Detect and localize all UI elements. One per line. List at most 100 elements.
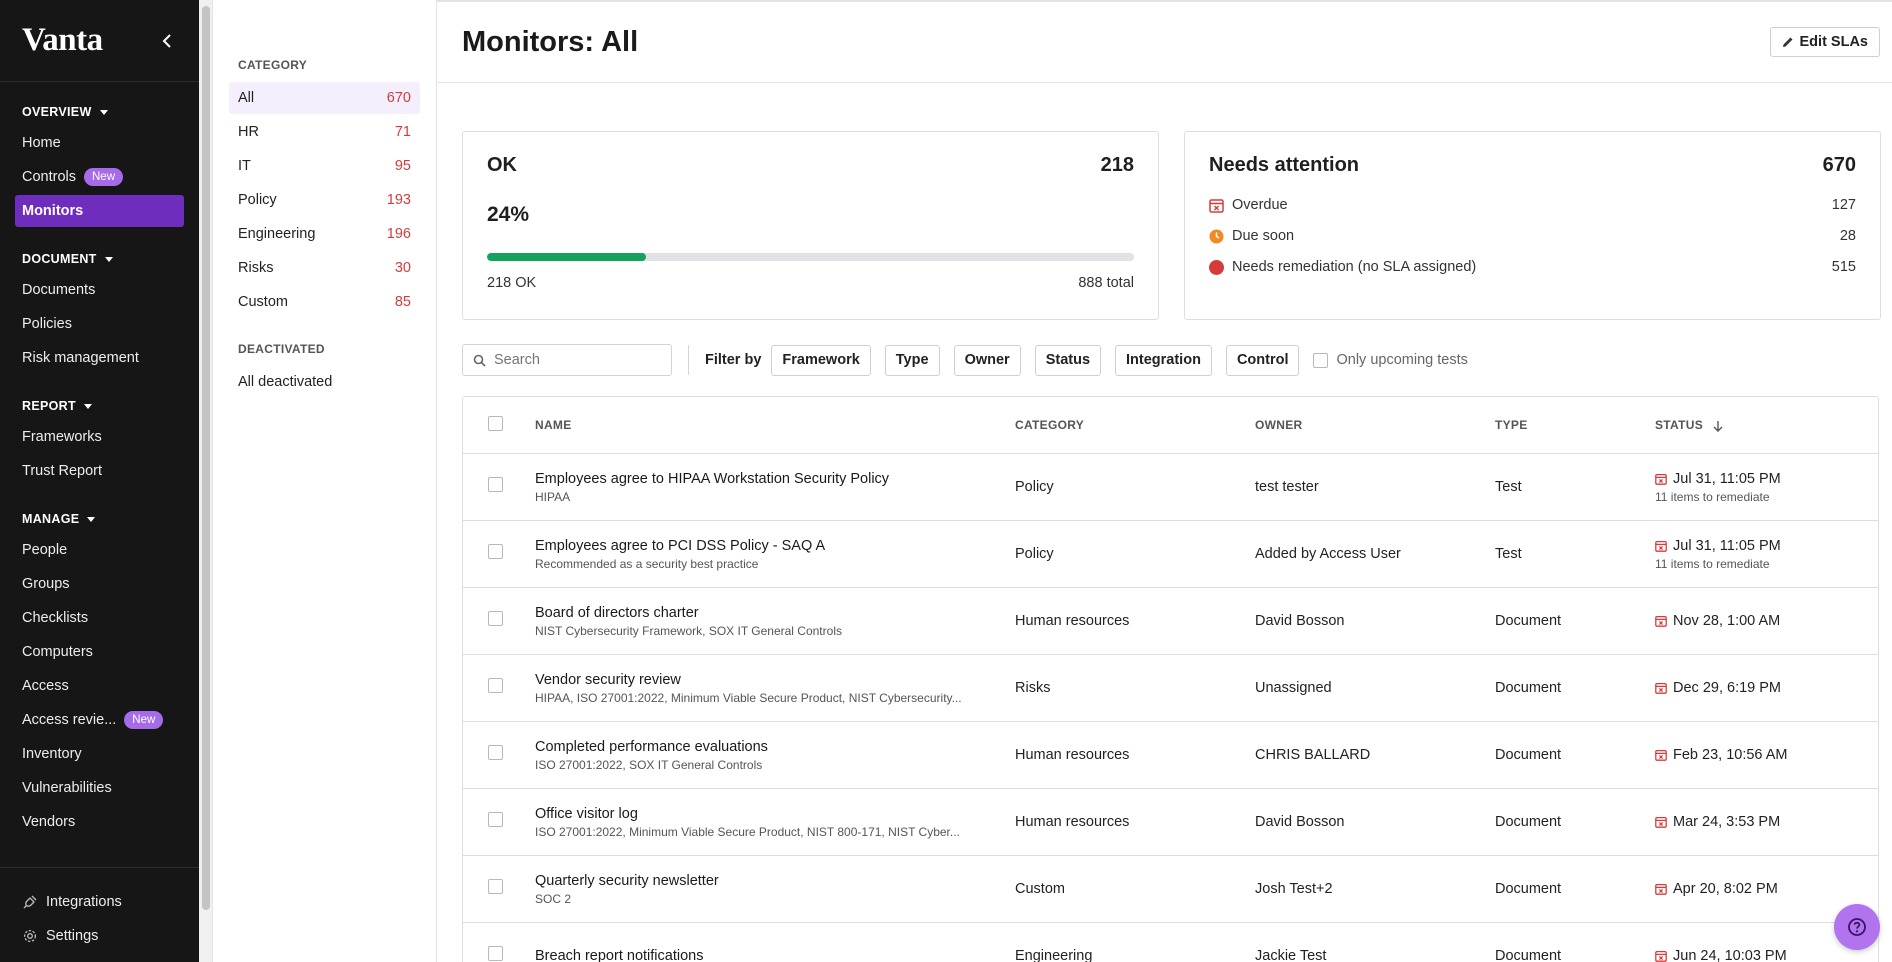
table-row[interactable]: Board of directors charter NIST Cybersecu… (463, 588, 1878, 655)
table-row[interactable]: Breach report notifications Engineering Ja… (463, 923, 1878, 962)
app-root: Vanta OVERVIEW Home Controls New Monitors DOC… (0, 0, 1892, 962)
table-row[interactable]: Employees agree to PCI DSS Policy - SAQ … (463, 521, 1878, 588)
column-header-owner[interactable]: OWNER (1255, 418, 1495, 432)
filter-control-button[interactable]: Control (1225, 344, 1300, 376)
sidebar-scrollbar[interactable] (199, 0, 213, 962)
sidebar-item-label: Frameworks (22, 429, 102, 445)
category-item-all-deactivated[interactable]: All deactivated (229, 366, 420, 398)
attention-row-overdue[interactable]: Overdue 127 (1209, 197, 1856, 213)
monitor-name[interactable]: Completed performance evaluations (535, 739, 1015, 755)
row-owner: David Bosson (1255, 613, 1345, 629)
edit-slas-button[interactable]: Edit SLAs (1769, 27, 1880, 57)
row-name-cell: Office visitor log ISO 27001:2022, Minimu… (535, 806, 1015, 839)
sidebar-item-checklists[interactable]: Checklists (15, 602, 184, 634)
table-row[interactable]: Vendor security review HIPAA, ISO 27001:2… (463, 655, 1878, 722)
row-status-cell: Jul 31, 11:05 PM 11 items to remediate (1655, 538, 1878, 571)
only-upcoming-toggle[interactable]: Only upcoming tests (1313, 352, 1468, 368)
search-box[interactable] (462, 344, 672, 376)
monitor-name[interactable]: Breach report notifications (535, 948, 1015, 962)
section-toggle-overview[interactable]: OVERVIEW (0, 102, 199, 122)
sidebar-item-controls[interactable]: Controls New (15, 161, 184, 193)
category-item-all[interactable]: All 670 (229, 82, 420, 114)
row-owner: test tester (1255, 479, 1319, 495)
sidebar-item-documents[interactable]: Documents (15, 274, 184, 306)
row-checkbox[interactable] (488, 477, 503, 492)
row-type: Test (1495, 546, 1522, 562)
sidebar-item-integrations[interactable]: Integrations (15, 886, 184, 918)
sidebar-item-frameworks[interactable]: Frameworks (15, 421, 184, 453)
column-header-name[interactable]: NAME (535, 418, 1015, 432)
row-check-cell (463, 745, 535, 765)
row-status-detail: 11 items to remediate (1655, 556, 1770, 571)
caret-down-icon (99, 109, 108, 115)
table-row[interactable]: Completed performance evaluations ISO 270… (463, 722, 1878, 789)
row-checkbox[interactable] (488, 745, 503, 760)
category-item-label: Engineering (238, 226, 316, 242)
sidebar-item-people[interactable]: People (15, 534, 184, 566)
row-checkbox[interactable] (488, 879, 503, 894)
sidebar-item-vulnerabilities[interactable]: Vulnerabilities (15, 772, 184, 804)
sidebar-item-policies[interactable]: Policies (15, 308, 184, 340)
sidebar-item-trust-report[interactable]: Trust Report (15, 455, 184, 487)
scrollbar-thumb[interactable] (202, 6, 210, 910)
only-upcoming-checkbox[interactable] (1313, 352, 1329, 368)
collapse-sidebar-button[interactable] (157, 31, 177, 51)
filter-integration-button[interactable]: Integration (1115, 344, 1212, 376)
column-header-category[interactable]: CATEGORY (1015, 418, 1255, 432)
filter-type-button[interactable]: Type (884, 344, 940, 376)
row-checkbox[interactable] (488, 611, 503, 626)
row-type: Test (1495, 479, 1522, 495)
category-item-engineering[interactable]: Engineering 196 (229, 218, 420, 250)
monitor-name[interactable]: Quarterly security newsletter (535, 873, 1015, 889)
column-header-status[interactable]: STATUS (1655, 418, 1878, 432)
category-item-hr[interactable]: HR 71 (229, 116, 420, 148)
row-type: Document (1495, 948, 1562, 962)
sidebar-item-monitors[interactable]: Monitors (15, 195, 184, 227)
sidebar-item-risk-management[interactable]: Risk management (15, 342, 184, 374)
section-toggle-document[interactable]: DOCUMENT (0, 249, 199, 269)
row-checkbox[interactable] (488, 812, 503, 827)
sidebar-item-home[interactable]: Home (15, 127, 184, 159)
sidebar-item-access[interactable]: Access (15, 670, 184, 702)
sidebar-item-settings[interactable]: Settings (15, 920, 184, 952)
table-row[interactable]: Quarterly security newsletter SOC 2 Custom… (463, 856, 1878, 923)
filter-divider (688, 345, 689, 375)
table-row[interactable]: Employees agree to HIPAA Workstation Sec… (463, 454, 1878, 521)
section-toggle-report[interactable]: REPORT (0, 396, 199, 416)
row-checkbox[interactable] (488, 678, 503, 693)
sidebar-item-label: Checklists (22, 610, 89, 626)
column-header-type[interactable]: TYPE (1495, 418, 1655, 432)
sidebar-item-inventory[interactable]: Inventory (15, 738, 184, 770)
row-checkbox[interactable] (488, 544, 503, 559)
row-name-cell: Vendor security review HIPAA, ISO 27001:2… (535, 672, 1015, 705)
sidebar-item-access-revie[interactable]: Access revie... New (15, 704, 184, 736)
edit-slas-label: Edit SLAs (1799, 34, 1868, 50)
monitor-name[interactable]: Employees agree to PCI DSS Policy - SAQ … (535, 538, 1015, 554)
sidebar-item-vendors[interactable]: Vendors (15, 806, 184, 838)
select-all-checkbox[interactable] (488, 416, 503, 431)
only-upcoming-label: Only upcoming tests (1336, 352, 1468, 368)
category-item-risks[interactable]: Risks 30 (229, 252, 420, 284)
monitor-name[interactable]: Vendor security review (535, 672, 1015, 688)
category-item-policy[interactable]: Policy 193 (229, 184, 420, 216)
sidebar-item-groups[interactable]: Groups (15, 568, 184, 600)
help-button[interactable] (1834, 904, 1880, 950)
category-item-custom[interactable]: Custom 85 (229, 286, 420, 318)
filter-framework-button[interactable]: Framework (771, 344, 871, 376)
monitor-name[interactable]: Employees agree to HIPAA Workstation Sec… (535, 471, 1015, 487)
sidebar-item-computers[interactable]: Computers (15, 636, 184, 668)
row-checkbox[interactable] (488, 946, 503, 961)
category-item-count: 95 (394, 158, 411, 174)
filter-owner-button[interactable]: Owner (953, 344, 1021, 376)
monitor-name[interactable]: Board of directors charter (535, 605, 1015, 621)
section-toggle-manage[interactable]: MANAGE (0, 509, 199, 529)
attention-row-needs-remediation-no-sla-assigned[interactable]: Needs remediation (no SLA assigned) 515 (1209, 259, 1856, 275)
attention-row-due-soon[interactable]: Due soon 28 (1209, 228, 1856, 244)
row-owner: Jackie Test (1255, 948, 1327, 962)
monitor-name[interactable]: Office visitor log (535, 806, 1015, 822)
row-status: Feb 23, 10:56 AM (1655, 747, 1878, 763)
category-item-it[interactable]: IT 95 (229, 150, 420, 182)
table-row[interactable]: Office visitor log ISO 27001:2022, Minimu… (463, 789, 1878, 856)
filter-status-button[interactable]: Status (1034, 344, 1102, 376)
search-input[interactable] (494, 352, 644, 368)
